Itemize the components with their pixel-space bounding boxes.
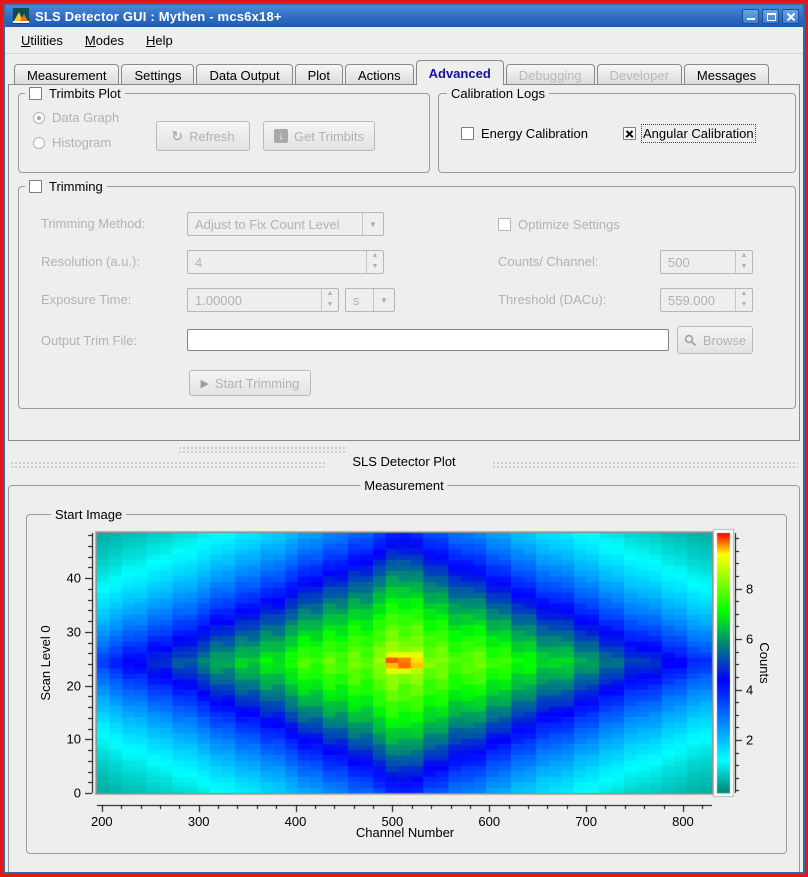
dock-handle-left[interactable] [10, 461, 325, 468]
app-icon [13, 8, 29, 24]
x-tick-label: 700 [575, 814, 597, 829]
tab-data-output[interactable]: Data Output [196, 64, 292, 85]
menu-bar: Utilities Modes Help [5, 27, 803, 54]
trimbits-plot-group: Trimbits Plot Data Graph Histogram ↻ Ref… [18, 93, 430, 173]
calibration-logs-group: Calibration Logs Energy Calibration Angu… [438, 93, 796, 173]
histogram-radio [33, 137, 45, 149]
tab-plot[interactable]: Plot [295, 64, 343, 85]
spin-arrows-icon: ▲▼ [735, 289, 752, 311]
histogram-label: Histogram [52, 135, 111, 150]
minimize-button[interactable] [742, 9, 759, 24]
colorbar-title: Counts [757, 642, 772, 683]
combo-arrow-icon: ▼ [362, 213, 383, 235]
angular-calibration-label: Angular Calibration [643, 126, 754, 141]
trimming-group: Trimming Trimming Method: Adjust to Fix … [18, 186, 796, 409]
counts-channel-spinbox: 500 ▲▼ [660, 250, 753, 274]
x-tick-label: 200 [91, 814, 113, 829]
application-window: SLS Detector GUI : Mythen - mcs6x18+ Uti… [3, 3, 805, 874]
window-frame: SLS Detector GUI : Mythen - mcs6x18+ Uti… [0, 0, 808, 877]
menu-modes[interactable]: Modes [77, 30, 132, 51]
play-icon: ▶ [201, 377, 209, 390]
colorbar-tick-label: 2 [746, 732, 753, 747]
start-trimming-button: ▶ Start Trimming [189, 370, 311, 396]
splitter-handle[interactable] [178, 446, 346, 453]
tab-messages[interactable]: Messages [684, 64, 769, 85]
tab-measurement[interactable]: Measurement [14, 64, 119, 85]
refresh-button: ↻ Refresh [156, 121, 250, 151]
heatmap-plot-canvas[interactable] [85, 525, 755, 820]
exposure-unit-combo: s ▼ [345, 288, 395, 312]
magnifier-icon [684, 334, 697, 347]
trimming-checkbox[interactable] [29, 180, 42, 193]
exposure-time-label: Exposure Time: [41, 292, 131, 307]
threshold-label: Threshold (DACu): [498, 292, 606, 307]
tab-actions[interactable]: Actions [345, 64, 414, 85]
menu-utilities[interactable]: Utilities [13, 30, 71, 51]
counts-channel-label: Counts/ Channel: [498, 254, 598, 269]
colorbar-tick-label: 8 [746, 581, 753, 596]
x-tick-label: 800 [672, 814, 694, 829]
exposure-time-spinbox: 1.00000 ▲▼ [187, 288, 339, 312]
tab-settings[interactable]: Settings [121, 64, 194, 85]
spin-arrows-icon: ▲▼ [321, 289, 338, 311]
colorbar-tick-label: 6 [746, 632, 753, 647]
download-icon: ↓ [274, 129, 288, 143]
x-axis-title: Channel Number [356, 825, 454, 840]
measurement-title: Measurement [364, 478, 443, 493]
start-image-title: Start Image [55, 507, 122, 522]
data-graph-label: Data Graph [52, 110, 119, 125]
tab-debugging: Debugging [506, 64, 595, 85]
dock-handle-right[interactable] [492, 461, 798, 468]
spin-arrows-icon: ▲▼ [735, 251, 752, 273]
tab-advanced[interactable]: Advanced [416, 60, 504, 85]
output-trim-file-label: Output Trim File: [41, 333, 137, 348]
x-tick-label: 300 [188, 814, 210, 829]
y-tick-label: 0 [41, 786, 81, 801]
window-title: SLS Detector GUI : Mythen - mcs6x18+ [35, 9, 739, 24]
resolution-spinbox: 4 ▲▼ [187, 250, 384, 274]
refresh-icon: ↻ [171, 128, 183, 145]
close-button[interactable] [782, 9, 799, 24]
dock-title[interactable]: SLS Detector Plot [352, 454, 455, 469]
resolution-label: Resolution (a.u.): [41, 254, 140, 269]
data-graph-radio [33, 112, 45, 124]
title-bar[interactable]: SLS Detector GUI : Mythen - mcs6x18+ [5, 5, 803, 27]
maximize-button[interactable] [762, 9, 779, 24]
output-trim-file-input[interactable] [187, 329, 669, 351]
x-tick-label: 400 [285, 814, 307, 829]
energy-calibration-checkbox[interactable] [461, 127, 474, 140]
combo-arrow-icon: ▼ [373, 289, 394, 311]
browse-button: Browse [677, 326, 753, 354]
tab-developer: Developer [597, 64, 682, 85]
trimbits-plot-checkbox[interactable] [29, 87, 42, 100]
y-axis-title: Scan Level 0 [38, 625, 53, 700]
trimming-method-label: Trimming Method: [41, 216, 145, 231]
spin-arrows-icon: ▲▼ [366, 251, 383, 273]
tab-bar: MeasurementSettingsData OutputPlotAction… [14, 60, 771, 85]
calibration-logs-title: Calibration Logs [451, 86, 545, 101]
trimming-title: Trimming [49, 179, 103, 194]
optimize-settings-checkbox [498, 218, 511, 231]
colorbar-tick-label: 4 [746, 682, 753, 697]
energy-calibration-label: Energy Calibration [481, 126, 588, 141]
optimize-settings-label: Optimize Settings [518, 217, 620, 232]
y-tick-label: 10 [41, 732, 81, 747]
angular-calibration-checkbox[interactable] [623, 127, 636, 140]
y-tick-label: 40 [41, 571, 81, 586]
trimbits-plot-title: Trimbits Plot [49, 86, 121, 101]
x-tick-label: 600 [478, 814, 500, 829]
trimming-method-combo: Adjust to Fix Count Level ▼ [187, 212, 384, 236]
get-trimbits-button: ↓ Get Trimbits [263, 121, 375, 151]
threshold-spinbox: 559.000 ▲▼ [660, 288, 753, 312]
menu-help[interactable]: Help [138, 30, 181, 51]
